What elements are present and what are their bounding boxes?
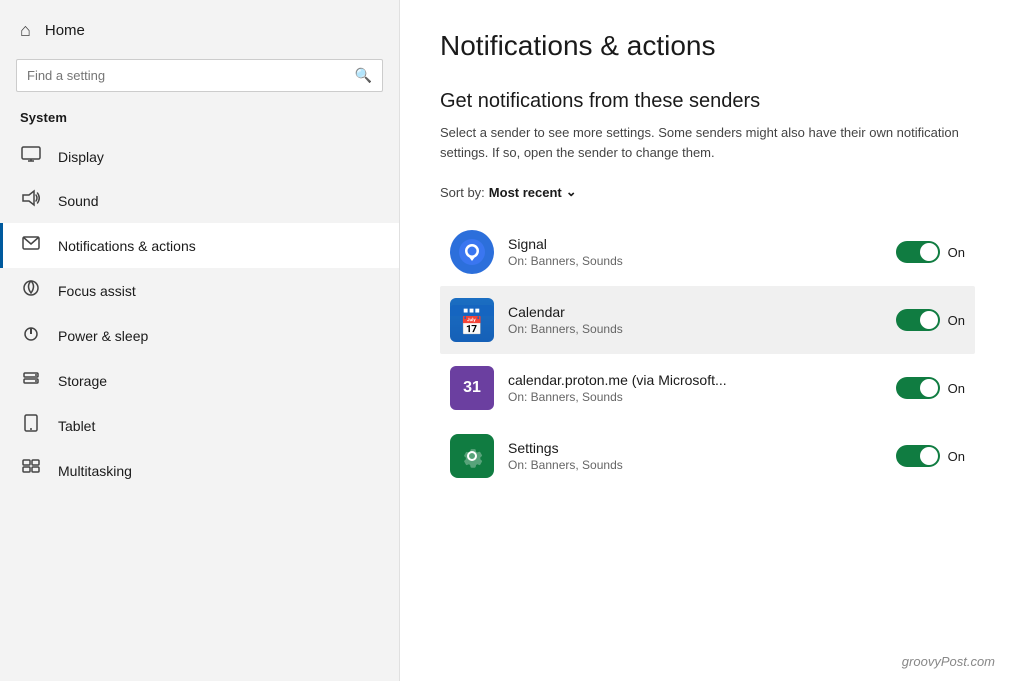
sidebar-item-label-focus: Focus assist: [58, 283, 136, 299]
signal-status: On: Banners, Sounds: [508, 254, 882, 268]
notif-item-settings[interactable]: Settings On: Banners, Sounds On: [440, 422, 975, 490]
sort-by-dropdown[interactable]: Most recent ⌄: [489, 184, 577, 200]
calendar-toggle-container: On: [896, 309, 965, 331]
notif-item-calendar[interactable]: ■■■ 📅 Calendar On: Banners, Sounds On: [440, 286, 975, 354]
sidebar-item-multitasking[interactable]: Multitasking: [0, 448, 399, 493]
multitasking-icon: [20, 459, 42, 482]
proton-info: calendar.proton.me (via Microsoft... On:…: [508, 372, 882, 404]
calendar-info: Calendar On: Banners, Sounds: [508, 304, 882, 336]
sidebar-item-focus[interactable]: Focus assist: [0, 268, 399, 313]
signal-name: Signal: [508, 236, 882, 252]
sidebar-item-notifications[interactable]: Notifications & actions: [0, 223, 399, 268]
sidebar-item-label-tablet: Tablet: [58, 418, 95, 434]
proton-toggle-container: On: [896, 377, 965, 399]
proton-toggle-label: On: [948, 381, 965, 396]
sidebar-item-label-notifications: Notifications & actions: [58, 238, 196, 254]
calendar-status: On: Banners, Sounds: [508, 322, 882, 336]
sidebar-item-label-multitasking: Multitasking: [58, 463, 132, 479]
section-description: Select a sender to see more settings. So…: [440, 123, 975, 162]
sidebar-home-button[interactable]: ⌂ Home: [0, 10, 399, 51]
search-input[interactable]: [27, 68, 355, 83]
sort-by-label: Sort by:: [440, 185, 485, 200]
sidebar-item-label-sound: Sound: [58, 193, 98, 209]
proton-status: On: Banners, Sounds: [508, 390, 882, 404]
sidebar: ⌂ Home 🔍 System Display Sound Notificati…: [0, 0, 400, 681]
notif-item-signal[interactable]: Signal On: Banners, Sounds On: [440, 218, 975, 286]
proton-toggle[interactable]: [896, 377, 940, 399]
sidebar-item-label-display: Display: [58, 149, 104, 165]
proton-app-icon: 31: [450, 366, 494, 410]
focus-icon: [20, 279, 42, 302]
sidebar-item-label-storage: Storage: [58, 373, 107, 389]
section-title: Get notifications from these senders: [440, 90, 975, 113]
settings-toggle-container: On: [896, 445, 965, 467]
sidebar-item-storage[interactable]: Storage: [0, 358, 399, 403]
sidebar-item-power[interactable]: Power & sleep: [0, 313, 399, 358]
sort-chevron-icon: ⌄: [566, 184, 577, 200]
home-icon: ⌂: [20, 20, 31, 41]
settings-toggle-label: On: [948, 449, 965, 464]
calendar-toggle[interactable]: [896, 309, 940, 331]
signal-toggle-container: On: [896, 241, 965, 263]
signal-app-icon: [450, 230, 494, 274]
signal-toggle[interactable]: [896, 241, 940, 263]
sidebar-item-display[interactable]: Display: [0, 135, 399, 178]
sound-icon: [20, 189, 42, 212]
sidebar-item-label-power: Power & sleep: [58, 328, 148, 344]
settings-status: On: Banners, Sounds: [508, 458, 882, 472]
calendar-toggle-label: On: [948, 313, 965, 328]
notif-item-proton[interactable]: 31 calendar.proton.me (via Microsoft... …: [440, 354, 975, 422]
settings-info: Settings On: Banners, Sounds: [508, 440, 882, 472]
settings-toggle[interactable]: [896, 445, 940, 467]
proton-name: calendar.proton.me (via Microsoft...: [508, 372, 882, 388]
storage-icon: [20, 369, 42, 392]
tablet-icon: [20, 414, 42, 437]
search-icon: 🔍: [355, 67, 372, 84]
sidebar-home-label: Home: [45, 22, 85, 39]
sort-by-value: Most recent: [489, 185, 562, 200]
notifications-icon: [20, 234, 42, 257]
sidebar-section-label: System: [0, 106, 399, 135]
main-content: Notifications & actions Get notification…: [400, 0, 1015, 681]
settings-app-icon: [450, 434, 494, 478]
calendar-name: Calendar: [508, 304, 882, 320]
display-icon: [20, 146, 42, 167]
sort-row: Sort by: Most recent ⌄: [440, 184, 975, 200]
power-icon: [20, 324, 42, 347]
page-title: Notifications & actions: [440, 30, 975, 62]
notifications-list: Signal On: Banners, Sounds On ■■■ 📅 Cale…: [440, 218, 975, 490]
sidebar-item-sound[interactable]: Sound: [0, 178, 399, 223]
calendar-app-icon: ■■■ 📅: [450, 298, 494, 342]
sidebar-item-tablet[interactable]: Tablet: [0, 403, 399, 448]
signal-toggle-label: On: [948, 245, 965, 260]
settings-name: Settings: [508, 440, 882, 456]
watermark: groovyPost.com: [902, 654, 995, 669]
signal-info: Signal On: Banners, Sounds: [508, 236, 882, 268]
search-box[interactable]: 🔍: [16, 59, 383, 92]
